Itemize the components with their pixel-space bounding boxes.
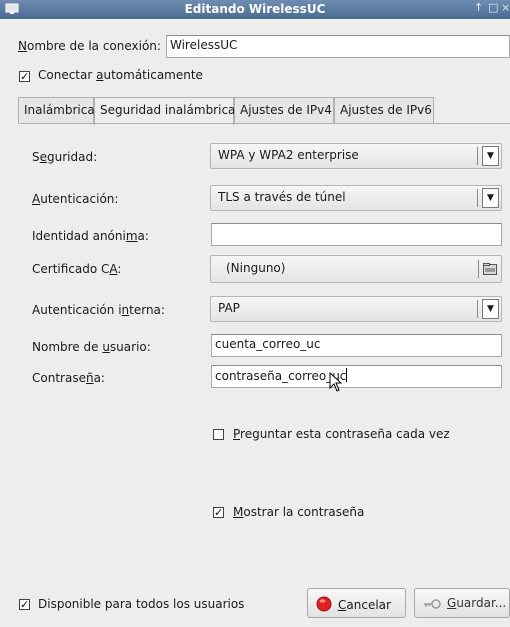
username-label: Nombre de usuario: <box>32 340 151 354</box>
combo-separator <box>477 300 478 318</box>
mouse-cursor-icon <box>329 372 343 392</box>
security-label: Seguridad: <box>32 150 98 164</box>
auto-connect-checkbox[interactable]: ✓ <box>19 71 30 82</box>
ca-cert-label: Certificado CA: <box>32 262 122 276</box>
all-users-label: Disponible para todos los usuarios <box>38 597 245 611</box>
window-title: Editando WirelessUC <box>184 2 326 16</box>
show-password-checkbox[interactable]: ✓ <box>213 507 224 518</box>
security-combobox[interactable]: WPA y WPA2 enterprise ▼ <box>210 143 502 169</box>
inner-auth-value: PAP <box>218 301 240 315</box>
anon-identity-input[interactable] <box>211 223 502 246</box>
auth-combobox[interactable]: TLS a través de túnel ▼ <box>210 185 502 211</box>
all-users-checkbox[interactable]: ✓ <box>19 599 30 610</box>
connection-name-input[interactable]: WirelessUC <box>166 35 510 58</box>
ca-cert-value: (Ninguno) <box>226 261 286 275</box>
auth-label: Autenticación: <box>32 192 119 206</box>
tab-wireless-security[interactable]: Seguridad inalámbrica <box>94 97 235 125</box>
combo-arrow-icon: ▼ <box>482 188 499 208</box>
connection-name-label: Nombre de la conexión: <box>18 39 161 53</box>
password-label: Contraseña: <box>32 371 105 385</box>
key-icon <box>424 599 441 609</box>
ask-password-label: Preguntar esta contraseña cada vez <box>233 427 450 441</box>
cancel-label: Cancelar <box>338 598 391 612</box>
chooser-separator <box>478 260 479 278</box>
restore-icon[interactable]: □ <box>488 1 498 14</box>
save-button[interactable]: Guardar... <box>414 588 510 618</box>
text-cursor <box>346 368 348 382</box>
inner-auth-combobox[interactable]: PAP ▼ <box>210 296 502 322</box>
combo-separator <box>477 147 478 165</box>
cancel-button[interactable]: Cancelar <box>307 588 406 618</box>
tab-ipv4-settings[interactable]: Ajustes de IPv4 <box>234 97 334 123</box>
cancel-icon <box>316 596 332 612</box>
combo-arrow-icon: ▼ <box>482 146 499 166</box>
auto-connect-label: Conectar automáticamente <box>38 68 203 82</box>
password-input[interactable]: contraseña_correo_uc <box>211 365 502 388</box>
combo-arrow-icon: ▼ <box>482 299 499 319</box>
ca-cert-chooser[interactable]: (Ninguno) <box>210 255 502 283</box>
title-bar: Editando WirelessUC ↑ □ × <box>0 0 510 19</box>
combo-separator <box>477 189 478 207</box>
anon-identity-label: Identidad anónima: <box>32 229 149 243</box>
file-chooser-icon <box>483 263 497 275</box>
password-value: contraseña_correo_uc <box>215 369 347 383</box>
show-password-label: Mostrar la contraseña <box>233 505 365 519</box>
close-icon[interactable]: × <box>501 1 510 14</box>
username-input[interactable]: cuenta_correo_uc <box>211 334 502 357</box>
auth-value: TLS a través de túnel <box>218 190 346 204</box>
security-value: WPA y WPA2 enterprise <box>218 148 359 162</box>
tab-wireless[interactable]: Inalámbrica <box>18 97 95 123</box>
ask-password-checkbox[interactable] <box>213 429 224 440</box>
maximize-up-icon[interactable]: ↑ <box>474 1 483 14</box>
save-label: Guardar... <box>447 596 507 610</box>
tab-ipv6-settings[interactable]: Ajustes de IPv6 <box>334 97 434 123</box>
inner-auth-label: Autenticación interna: <box>32 303 165 317</box>
